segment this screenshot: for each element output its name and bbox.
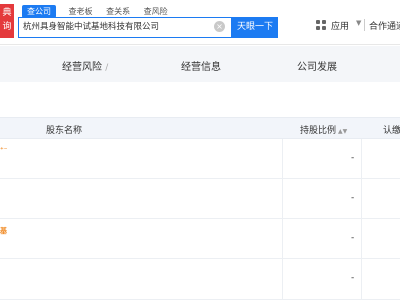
cell-divider bbox=[282, 259, 283, 299]
ratio-value: - bbox=[351, 193, 355, 203]
ratio-value: - bbox=[351, 273, 355, 283]
search-button[interactable]: 天眼一下 bbox=[232, 17, 278, 38]
nav-label: 经营风险 bbox=[62, 62, 102, 73]
nav-business-risk[interactable]: 经营风险 / bbox=[62, 58, 108, 73]
cell-divider bbox=[361, 219, 362, 258]
section-nav: 经营风险 / 经营信息 公司发展 bbox=[0, 46, 400, 82]
top-bar: 典询 查公司 查老板 查关系 查风险 杭州具身智能中试基地科技有限公司 × 天眼… bbox=[0, 0, 400, 45]
cell-divider bbox=[282, 179, 283, 218]
tab-relation[interactable]: 查关系 bbox=[106, 6, 130, 17]
apps-grid-icon[interactable] bbox=[316, 20, 328, 32]
cell-divider bbox=[282, 139, 283, 178]
chevron-down-icon[interactable]: ▼ bbox=[356, 19, 361, 27]
cooperation-link[interactable]: 合作通道 bbox=[369, 19, 400, 32]
row-tag[interactable]: 基 bbox=[0, 226, 7, 236]
search-type-tabs: 查公司 查老板 查关系 查风险 bbox=[22, 5, 179, 18]
table-row[interactable]: - bbox=[0, 259, 400, 300]
nav-business-info[interactable]: 经营信息 bbox=[181, 58, 221, 73]
row-tag[interactable]: ⁺⁻ bbox=[0, 146, 7, 154]
column-ratio-label: 持股比例 bbox=[300, 126, 337, 136]
header-divider bbox=[364, 19, 365, 31]
table-row[interactable]: ⁺⁻ - bbox=[0, 139, 400, 179]
apps-menu[interactable]: 应用 bbox=[331, 19, 349, 32]
nav-label: 经营信息 bbox=[181, 62, 221, 73]
sort-icon[interactable]: ▲▼ bbox=[338, 128, 347, 135]
tab-risk[interactable]: 查风险 bbox=[144, 6, 168, 17]
nav-label: 公司发展 bbox=[297, 62, 337, 73]
search-input[interactable]: 杭州具身智能中试基地科技有限公司 bbox=[18, 17, 232, 38]
cell-divider bbox=[282, 219, 283, 258]
table-row[interactable]: 基 - bbox=[0, 219, 400, 259]
tab-boss[interactable]: 查老板 bbox=[69, 6, 93, 17]
ratio-value: - bbox=[351, 233, 355, 243]
nav-slash: / bbox=[105, 63, 109, 73]
column-ratio[interactable]: 持股比例 ▲▼ bbox=[300, 123, 347, 136]
ratio-value: - bbox=[351, 153, 355, 163]
column-subscribed: 认缴 bbox=[383, 126, 400, 136]
column-shareholder: 股东名称 bbox=[46, 126, 83, 136]
cell-divider bbox=[361, 139, 362, 178]
table-row[interactable]: - bbox=[0, 179, 400, 219]
cell-divider bbox=[361, 179, 362, 218]
nav-company-development[interactable]: 公司发展 bbox=[297, 58, 337, 73]
table-header: 股东名称 持股比例 ▲▼ 认缴 bbox=[0, 117, 400, 139]
cell-divider bbox=[361, 259, 362, 299]
spacer bbox=[0, 82, 400, 117]
brand-logo[interactable]: 典询 bbox=[0, 4, 14, 38]
clear-icon[interactable]: × bbox=[214, 21, 225, 32]
